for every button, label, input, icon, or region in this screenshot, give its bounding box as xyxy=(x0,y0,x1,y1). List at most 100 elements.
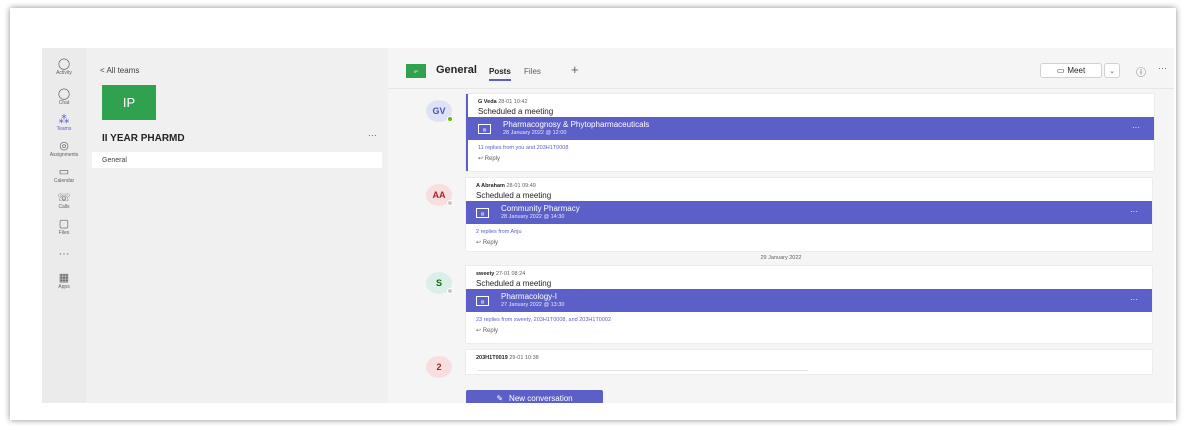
post-meta: G Veda 28-01 10:42 xyxy=(478,99,528,105)
team-more-button[interactable]: ··· xyxy=(368,130,377,140)
add-tab-button[interactable]: + xyxy=(571,62,579,77)
channel-main: IP General Posts Files + ▭ Meet ⌄ ⓘ ··· … xyxy=(388,48,1174,403)
reply-icon: ↩ xyxy=(476,240,482,246)
post-content-preview xyxy=(478,370,808,371)
reply-icon: ↩ xyxy=(476,328,482,334)
status-dot xyxy=(447,288,453,294)
post-author: G Veda xyxy=(478,99,497,105)
new-conversation-button[interactable]: ✎ New conversation xyxy=(466,390,603,403)
team-name: II YEAR PHARMD xyxy=(102,133,185,144)
meeting-card[interactable]: ▤ Pharmacognosy & Phytopharmaceuticals 2… xyxy=(468,117,1154,140)
meeting-more-icon[interactable]: ··· xyxy=(1132,123,1140,132)
avatar-initials: 2 xyxy=(436,362,442,372)
rail-files[interactable]: ▢ Files xyxy=(42,218,86,244)
all-teams-link[interactable]: < All teams xyxy=(100,66,139,75)
post-time: 28-01 09:49 xyxy=(506,183,536,189)
date-separator: 29 January 2022 xyxy=(760,255,802,261)
rail-label-calendar: Calendar xyxy=(53,178,75,184)
post-card: 203H1T0019 29-01 10:38 xyxy=(466,350,1152,374)
post-meta: sweety 27-01 08:24 xyxy=(476,271,525,277)
info-icon[interactable]: ⓘ xyxy=(1136,64,1146,79)
post-author: 203H1T0019 xyxy=(476,355,508,361)
rail-label-teams: Teams xyxy=(56,126,72,132)
header-more-button[interactable]: ··· xyxy=(1158,63,1167,73)
meeting-date: 28 January 2022 @ 14:30 xyxy=(501,214,565,220)
meet-label: Meet xyxy=(1067,66,1086,75)
rail-label-assignments: Assignments xyxy=(49,152,79,158)
calendar-icon: ▭ xyxy=(58,166,70,178)
meeting-title: Pharmacology-I xyxy=(501,292,558,301)
rail-more[interactable]: ··· xyxy=(42,248,86,274)
rail-apps[interactable]: ▦ Apps xyxy=(42,272,86,298)
assignments-icon: ◎ xyxy=(59,140,69,152)
post-subject: Scheduled a meeting xyxy=(476,279,552,288)
screenshot-frame: ◯ Activity ◯ Chat ⁂ Teams ◎ Assignments … xyxy=(10,8,1176,420)
new-conversation-label: New conversation xyxy=(509,393,573,403)
rail-teams[interactable]: ⁂ Teams xyxy=(42,114,86,140)
meeting-more-icon[interactable]: ··· xyxy=(1130,295,1138,304)
post-author: A Abraham xyxy=(476,183,505,189)
calendar-icon: ▤ xyxy=(476,208,489,218)
status-dot xyxy=(447,116,453,122)
rail-label-files: Files xyxy=(58,230,70,236)
avatar-initials: AA xyxy=(432,190,446,200)
post-subject: Scheduled a meeting xyxy=(478,107,554,116)
team-pane: < All teams IP II YEAR PHARMD ··· Genera… xyxy=(86,48,388,403)
chat-icon: ◯ xyxy=(57,88,71,100)
avatar-initials: GV xyxy=(432,106,446,116)
channel-title: General xyxy=(436,64,477,76)
replies-link[interactable]: 2 replies from Anju xyxy=(476,229,522,235)
calls-icon: ☏ xyxy=(57,192,71,204)
avatar[interactable]: 2 xyxy=(426,356,452,378)
team-avatar: IP xyxy=(102,85,156,120)
meeting-card[interactable]: ▤ Community Pharmacy 28 January 2022 @ 1… xyxy=(466,201,1152,224)
meeting-card[interactable]: ▤ Pharmacology-I 27 January 2022 @ 13:30… xyxy=(466,289,1152,312)
avatar[interactable]: GV xyxy=(426,100,453,122)
app-rail: ◯ Activity ◯ Chat ⁂ Teams ◎ Assignments … xyxy=(42,48,86,403)
post-meta: A Abraham 28-01 09:49 xyxy=(476,183,536,189)
apps-icon: ▦ xyxy=(58,272,70,284)
reply-button[interactable]: ↩ Reply xyxy=(476,239,498,246)
tab-posts[interactable]: Posts xyxy=(489,67,511,81)
post-card: sweety 27-01 08:24 Scheduled a meeting ▤… xyxy=(466,266,1152,343)
bell-icon: ◯ xyxy=(57,58,71,70)
reply-label: Reply xyxy=(482,328,499,334)
post-subject: Scheduled a meeting xyxy=(476,191,552,200)
rail-activity[interactable]: ◯ Activity xyxy=(42,58,86,84)
post-card: G Veda 28-01 10:42 Scheduled a meeting ▤… xyxy=(466,94,1154,171)
status-dot xyxy=(447,200,453,206)
rail-label-calls: Calls xyxy=(58,204,70,210)
post-time: 29-01 10:38 xyxy=(509,355,539,361)
replies-link[interactable]: 23 replies from sweety, 203H1T0008, and … xyxy=(476,317,611,323)
rail-assignments[interactable]: ◎ Assignments xyxy=(42,140,86,166)
rail-calls[interactable]: ☏ Calls xyxy=(42,192,86,218)
rail-label-apps: Apps xyxy=(58,284,70,290)
post-card: A Abraham 28-01 09:49 Scheduled a meetin… xyxy=(466,178,1152,251)
teams-app: ◯ Activity ◯ Chat ⁂ Teams ◎ Assignments … xyxy=(42,48,1174,403)
reply-button[interactable]: ↩ Reply xyxy=(476,327,498,334)
calendar-icon: ▤ xyxy=(476,296,489,306)
video-icon: ▭ xyxy=(1056,66,1065,75)
channel-avatar: IP xyxy=(406,64,426,78)
meeting-date: 27 January 2022 @ 13:30 xyxy=(501,302,565,308)
meet-button[interactable]: ▭ Meet xyxy=(1040,63,1102,78)
avatar[interactable]: S xyxy=(426,272,453,294)
avatar-initials: S xyxy=(435,278,442,288)
rail-calendar[interactable]: ▭ Calendar xyxy=(42,166,86,192)
reply-icon: ↩ xyxy=(478,156,484,162)
reply-button[interactable]: ↩ Reply xyxy=(478,155,500,162)
post-time: 27-01 08:24 xyxy=(495,271,526,277)
rail-label-activity: Activity xyxy=(56,70,72,76)
post-author: sweety xyxy=(476,271,495,277)
meeting-date: 28 January 2022 @ 12:00 xyxy=(503,130,567,136)
replies-link[interactable]: 11 replies from you and 203H1T0008 xyxy=(478,145,568,151)
reply-label: Reply xyxy=(482,240,499,246)
avatar[interactable]: AA xyxy=(426,184,453,206)
meet-dropdown[interactable]: ⌄ xyxy=(1104,63,1120,78)
channel-item-general[interactable]: General xyxy=(92,152,382,168)
tab-files[interactable]: Files xyxy=(524,67,541,76)
meeting-more-icon[interactable]: ··· xyxy=(1130,207,1138,216)
post-meta: 203H1T0019 29-01 10:38 xyxy=(476,355,539,361)
channel-header: IP General Posts Files + ▭ Meet ⌄ ⓘ ··· xyxy=(388,48,1174,89)
rail-chat[interactable]: ◯ Chat xyxy=(42,88,86,114)
